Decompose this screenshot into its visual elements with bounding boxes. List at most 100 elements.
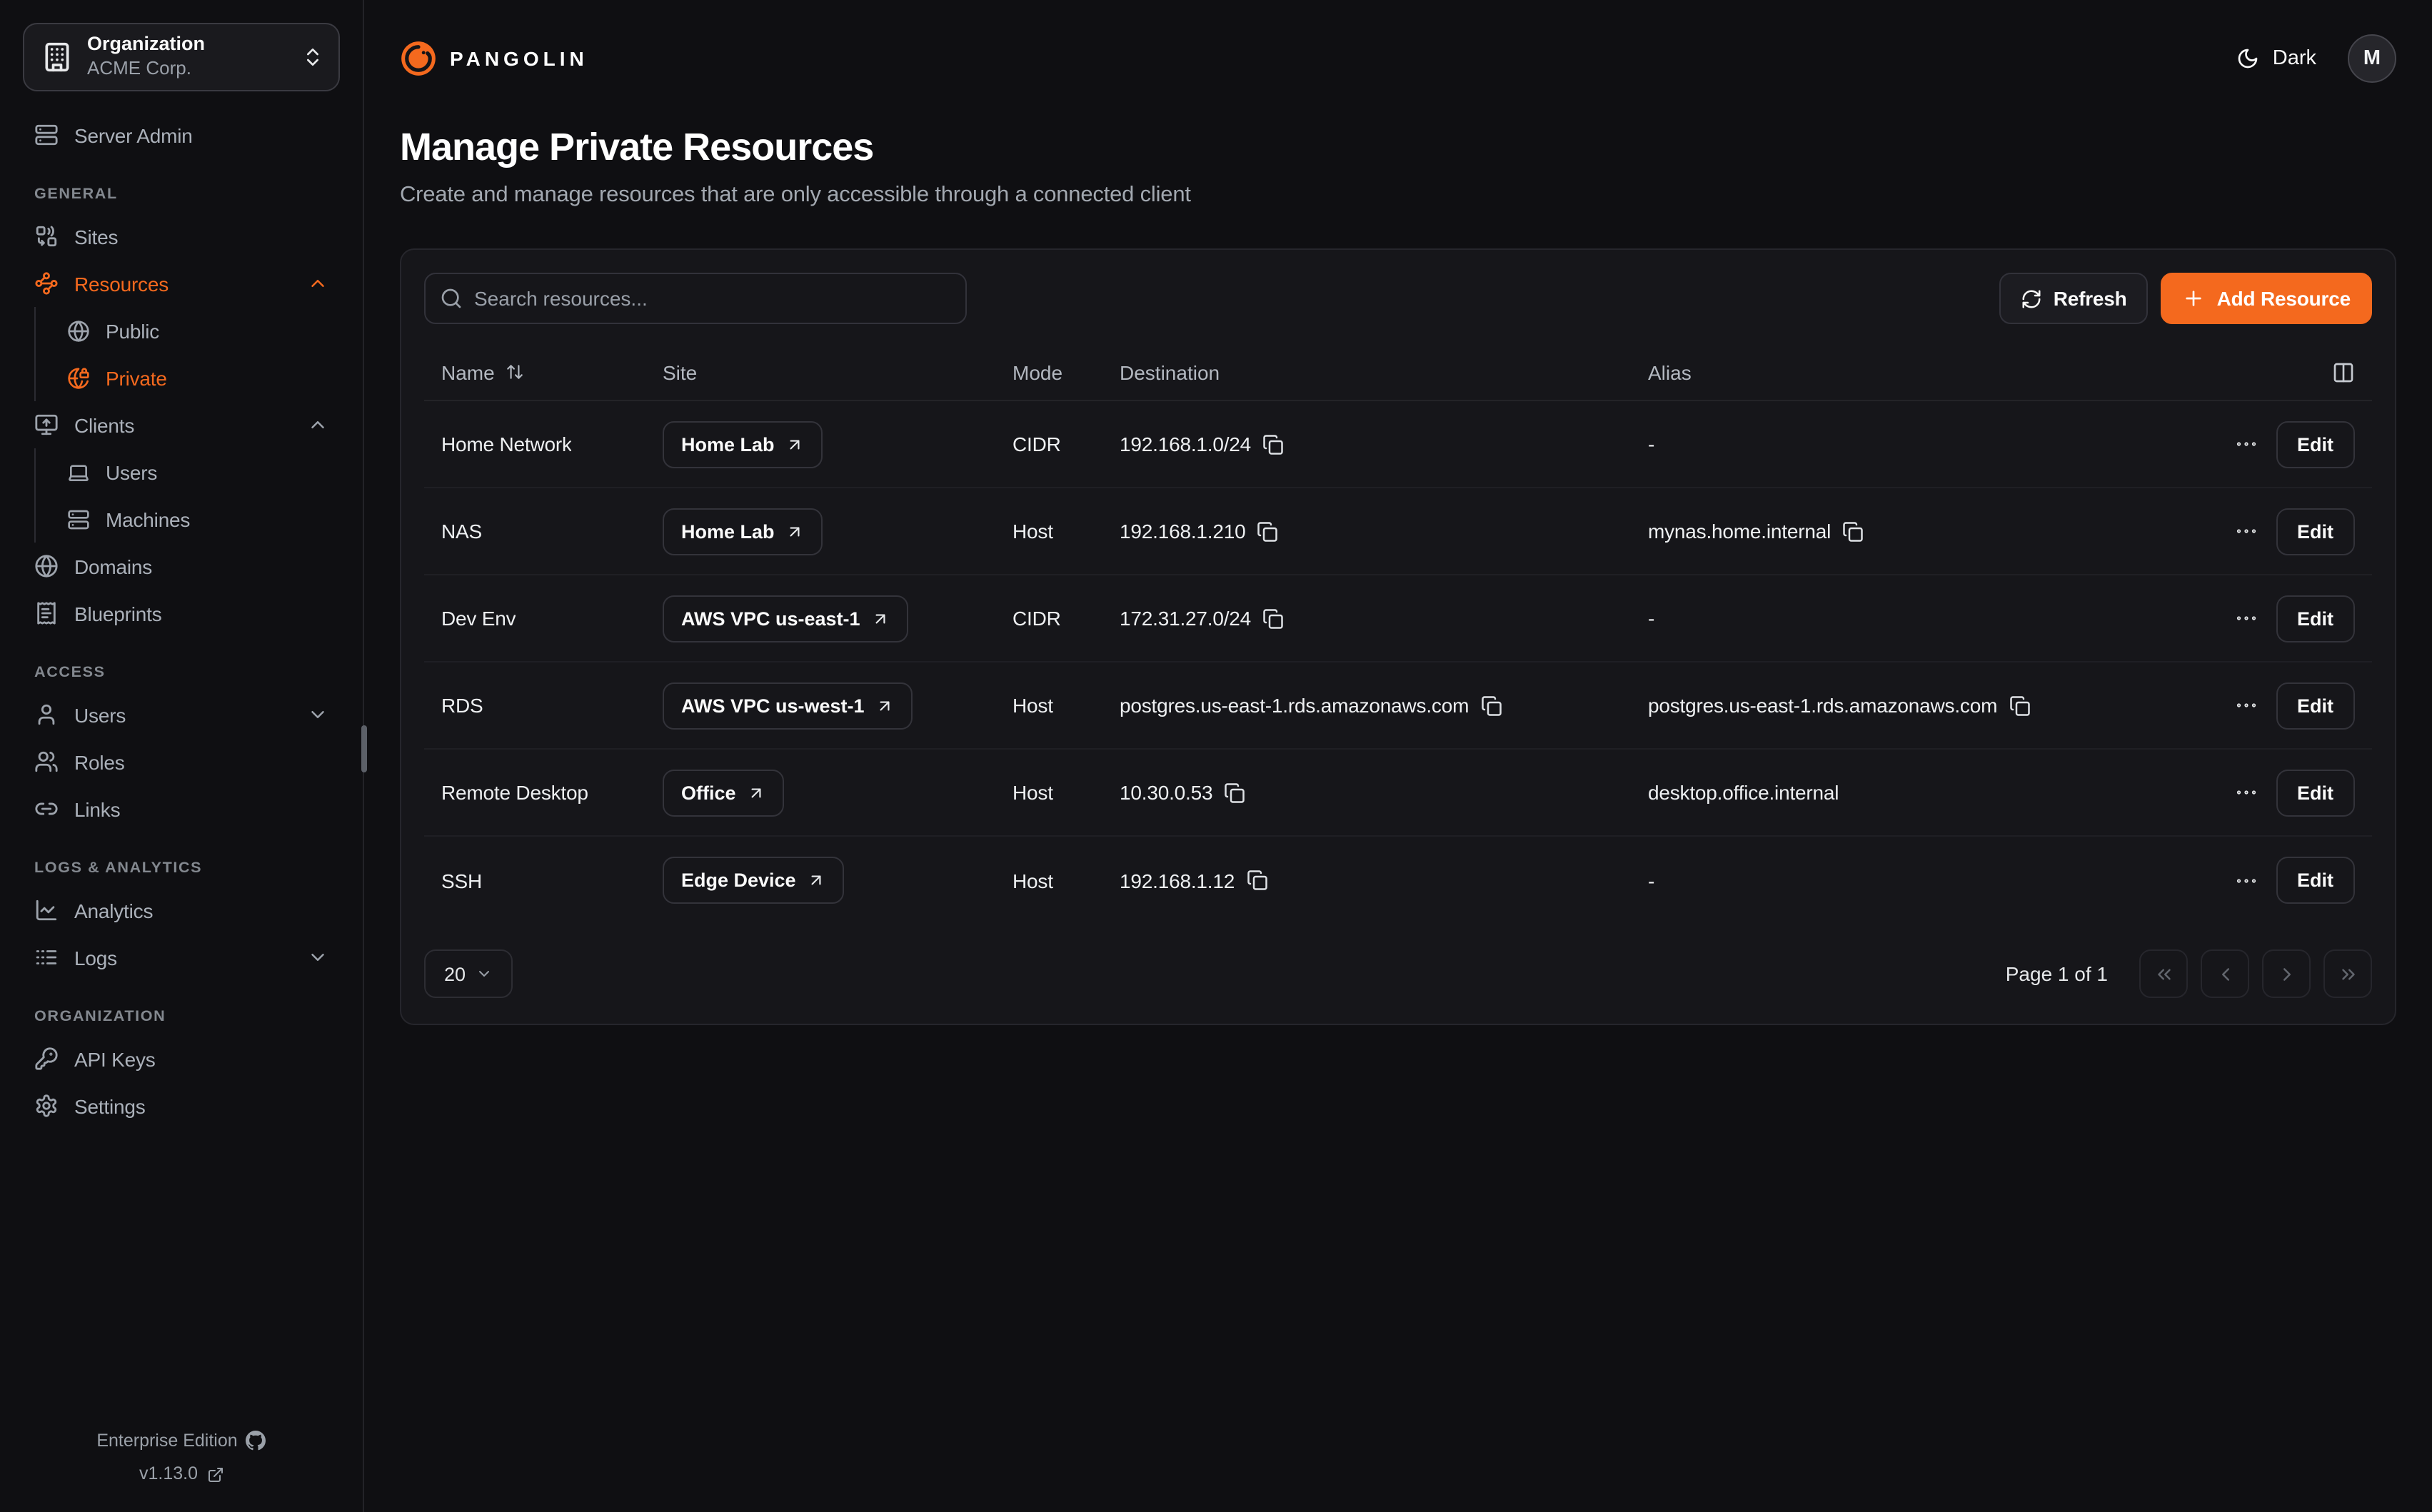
copy-destination-button[interactable] [1262, 433, 1284, 455]
app-root: Organization ACME Corp. Server AdminGENE… [0, 0, 2432, 1512]
copy-alias-button[interactable] [1842, 520, 1864, 542]
search-input[interactable] [424, 273, 967, 324]
resource-name: NAS [441, 520, 482, 543]
copy-destination-button[interactable] [1262, 608, 1284, 629]
sidebar-item-clients[interactable]: Clients [23, 401, 340, 448]
edit-button[interactable]: Edit [2276, 769, 2355, 816]
table-row: Home NetworkHome LabCIDR192.168.1.0/24-E… [424, 401, 2372, 488]
column-header-site: Site [645, 361, 995, 383]
copy-alias-button[interactable] [2009, 695, 2030, 716]
sidebar-item-users[interactable]: Users [36, 448, 340, 495]
org-switcher[interactable]: Organization ACME Corp. [23, 23, 340, 91]
site-name: Home Lab [681, 433, 775, 455]
refresh-button-label: Refresh [2054, 287, 2127, 310]
site-name: Edge Device [681, 870, 796, 891]
site-link-button[interactable]: Edge Device [663, 857, 845, 904]
sidebar-item-users[interactable]: Users [23, 691, 340, 738]
row-actions-button[interactable] [2227, 513, 2264, 550]
site-link-button[interactable]: Office [663, 769, 785, 816]
copy-destination-button[interactable] [1257, 520, 1278, 542]
receipt-icon [34, 601, 59, 625]
sidebar-item-api-keys[interactable]: API Keys [23, 1035, 340, 1082]
brand[interactable]: PANGOLIN [400, 40, 588, 77]
refresh-button[interactable]: Refresh [1999, 273, 2149, 324]
sidebar-item-public[interactable]: Public [36, 307, 340, 354]
add-resource-button[interactable]: Add Resource [2161, 273, 2372, 324]
resource-destination: 192.168.1.12 [1120, 869, 1235, 892]
next-page-button[interactable] [2262, 949, 2311, 998]
sites-icon [34, 224, 59, 248]
table-body: Home NetworkHome LabCIDR192.168.1.0/24-E… [424, 401, 2372, 924]
copy-destination-button[interactable] [1246, 870, 1267, 891]
edit-button[interactable]: Edit [2276, 857, 2355, 904]
globe-icon [34, 554, 59, 578]
chevron-down-icon [307, 704, 328, 725]
last-page-button[interactable] [2323, 949, 2372, 998]
first-page-button[interactable] [2139, 949, 2188, 998]
sidebar-item-roles[interactable]: Roles [23, 738, 340, 785]
edit-button[interactable]: Edit [2276, 595, 2355, 642]
chevron-up-icon [307, 414, 328, 435]
row-actions-button[interactable] [2227, 774, 2264, 811]
refresh-icon [2021, 288, 2042, 309]
sidebar-item-machines[interactable]: Machines [36, 495, 340, 543]
row-actions-button[interactable] [2227, 862, 2264, 899]
theme-toggle[interactable]: Dark [2237, 47, 2316, 70]
resource-alias: desktop.office.internal [1648, 781, 1839, 804]
user-icon [34, 702, 59, 727]
prev-page-button[interactable] [2201, 949, 2249, 998]
sidebar-item-label: Users [106, 460, 328, 483]
resource-destination: postgres.us-east-1.rds.amazonaws.com [1120, 694, 1469, 717]
sidebar-item-label: Resources [74, 272, 291, 295]
subgroup-resources: PublicPrivate [34, 307, 340, 401]
resource-mode: CIDR [1013, 607, 1061, 630]
resource-mode: Host [1013, 869, 1053, 892]
sidebar-item-private[interactable]: Private [36, 354, 340, 401]
avatar[interactable]: M [2348, 34, 2396, 83]
arrow-up-right-icon [876, 696, 895, 715]
sidebar-item-resources[interactable]: Resources [23, 260, 340, 307]
sidebar-item-label: Analytics [74, 899, 328, 922]
site-link-button[interactable]: AWS VPC us-east-1 [663, 595, 909, 642]
sidebar-item-logs[interactable]: Logs [23, 934, 340, 981]
sidebar-resize-handle[interactable] [361, 725, 367, 772]
sidebar-item-links[interactable]: Links [23, 785, 340, 832]
copy-destination-button[interactable] [1224, 782, 1245, 803]
sidebar-item-label: Domains [74, 555, 328, 578]
edit-button[interactable]: Edit [2276, 508, 2355, 555]
version-label: v1.13.0 [139, 1458, 198, 1493]
sidebar-item-domains[interactable]: Domains [23, 543, 340, 590]
sidebar-item-server-admin[interactable]: Server Admin [23, 111, 340, 158]
columns-toggle-button[interactable] [2332, 361, 2355, 383]
row-actions-button[interactable] [2227, 425, 2264, 463]
row-actions-button[interactable] [2227, 600, 2264, 637]
row-actions-button[interactable] [2227, 687, 2264, 724]
resource-alias: mynas.home.internal [1648, 520, 1831, 543]
site-link-button[interactable]: AWS VPC us-west-1 [663, 682, 913, 729]
sidebar-item-label: Machines [106, 508, 328, 530]
resource-destination: 172.31.27.0/24 [1120, 607, 1251, 630]
sidebar: Organization ACME Corp. Server AdminGENE… [0, 0, 364, 1512]
edit-button[interactable]: Edit [2276, 420, 2355, 468]
site-link-button[interactable]: Home Lab [663, 420, 823, 468]
sidebar-item-sites[interactable]: Sites [23, 213, 340, 260]
column-header-name[interactable]: Name [424, 361, 645, 383]
copy-destination-button[interactable] [1480, 695, 1502, 716]
brand-name: PANGOLIN [450, 47, 588, 70]
edition-link[interactable]: Enterprise Edition [23, 1424, 340, 1458]
sidebar-item-analytics[interactable]: Analytics [23, 887, 340, 934]
resource-name: Home Network [441, 433, 572, 455]
version-link[interactable]: v1.13.0 [23, 1458, 340, 1493]
resource-mode: Host [1013, 781, 1053, 804]
page-size-select[interactable]: 20 [424, 949, 513, 998]
server-icon [34, 123, 59, 147]
sidebar-item-settings[interactable]: Settings [23, 1082, 340, 1129]
site-link-button[interactable]: Home Lab [663, 508, 823, 555]
table-row: SSHEdge DeviceHost192.168.1.12-Edit [424, 837, 2372, 924]
sidebar-item-blueprints[interactable]: Blueprints [23, 590, 340, 637]
edit-button[interactable]: Edit [2276, 682, 2355, 729]
column-header-mode: Mode [995, 361, 1102, 383]
pagination: 20 Page 1 of 1 [424, 941, 2372, 1007]
moon-icon [2237, 47, 2260, 70]
site-name: AWS VPC us-east-1 [681, 608, 860, 629]
